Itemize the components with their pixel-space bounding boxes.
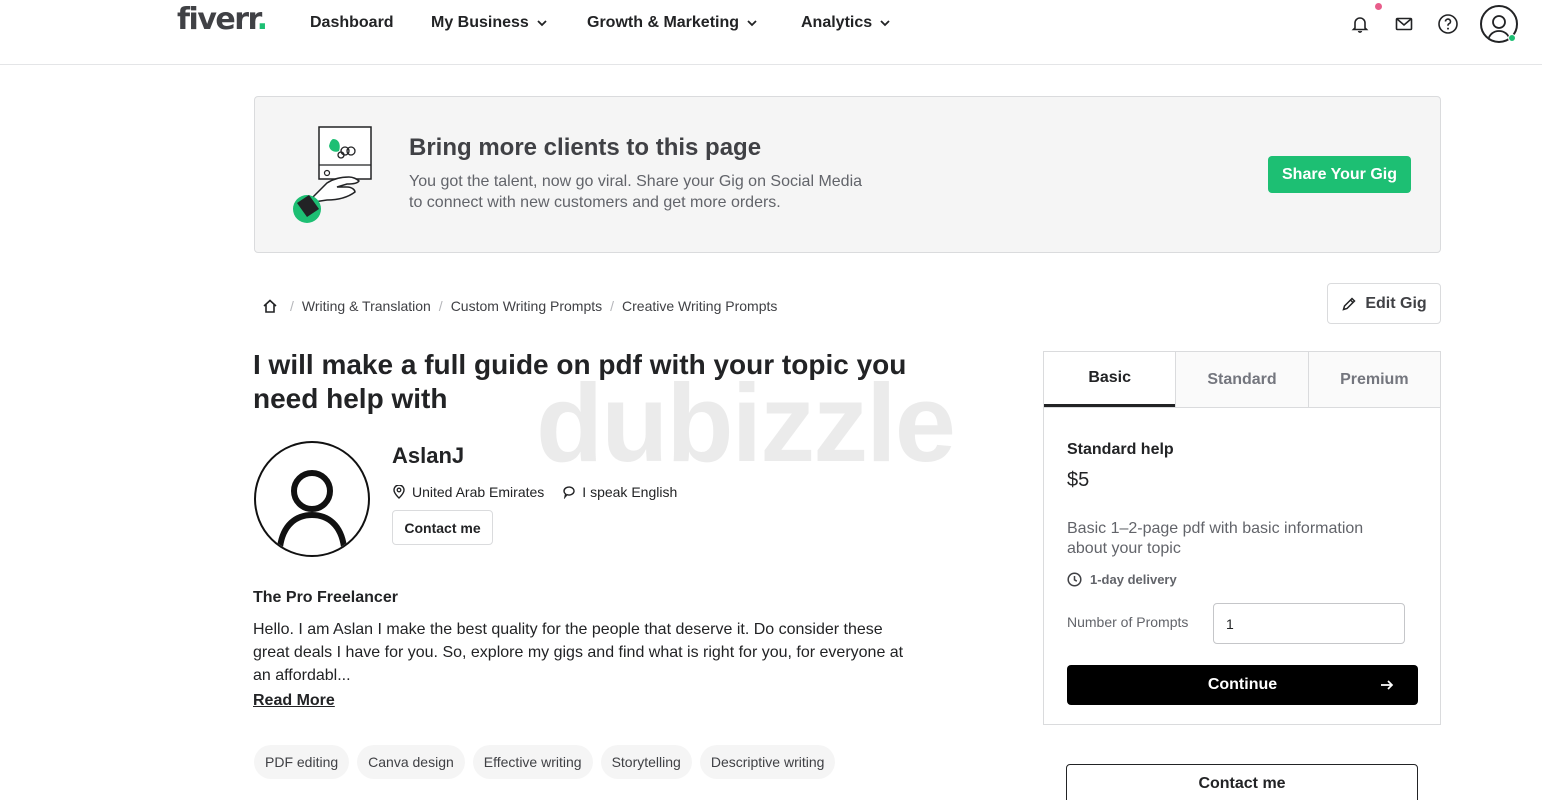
chevron-down-icon [880, 20, 890, 27]
package-description: Basic 1–2-page pdf with basic informatio… [1067, 519, 1397, 559]
edit-gig-button[interactable]: Edit Gig [1327, 283, 1441, 324]
tab-standard[interactable]: Standard [1175, 352, 1308, 407]
seller-headline: The Pro Freelancer [253, 589, 398, 606]
package-price: $5 [1067, 469, 1090, 491]
mail-icon[interactable] [1393, 13, 1415, 35]
tab-basic[interactable]: Basic [1044, 352, 1176, 407]
share-gig-banner: Bring more clients to this page You got … [254, 96, 1441, 253]
breadcrumb-creative-writing-prompts[interactable]: Creative Writing Prompts [622, 298, 777, 314]
tag-effective-writing[interactable]: Effective writing [472, 745, 593, 779]
breadcrumb: / Writing & Translation / Custom Writing… [262, 296, 777, 316]
nav-analytics-label: Analytics [801, 14, 873, 31]
package-tabs: Basic Standard Premium [1044, 352, 1440, 408]
edit-gig-label: Edit Gig [1365, 294, 1427, 312]
clock-icon [1067, 572, 1082, 587]
gig-tags: PDF editing Canva design Effective writi… [254, 745, 836, 779]
tag-pdf-editing[interactable]: PDF editing [254, 745, 350, 779]
notification-dot [1375, 3, 1382, 10]
tag-descriptive-writing[interactable]: Descriptive writing [699, 745, 836, 779]
package-panel: Basic Standard Premium Standard help $5 … [1043, 351, 1441, 725]
arrow-right-icon [1381, 680, 1394, 690]
tag-canva-design[interactable]: Canva design [357, 745, 465, 779]
online-status-dot [1508, 34, 1516, 42]
contact-me-button[interactable]: Contact me [1066, 764, 1418, 800]
package-description-line-2: about your topic [1067, 540, 1181, 557]
seller-description-line-1: Hello. I am Aslan I make the best qualit… [253, 621, 883, 638]
seller-name[interactable]: AslanJ [392, 443, 464, 469]
nav-growth-marketing[interactable]: Growth & Marketing [587, 13, 759, 33]
package-description-line-1: Basic 1–2-page pdf with basic informatio… [1067, 520, 1364, 537]
prompts-quantity-input[interactable] [1213, 603, 1405, 644]
chevron-down-icon [537, 20, 547, 27]
delivery-time: 1-day delivery [1090, 572, 1177, 587]
continue-label: Continue [1207, 676, 1278, 693]
speech-bubble-icon [563, 486, 575, 499]
continue-button[interactable]: Continue [1067, 665, 1418, 705]
breadcrumb-separator: / [290, 298, 294, 314]
home-icon[interactable] [262, 298, 278, 314]
nav-growth-label: Growth & Marketing [587, 14, 740, 31]
gig-title-line-2: need help with [253, 383, 448, 414]
nav-my-business[interactable]: My Business [431, 13, 549, 33]
promo-description: You got the talent, now go viral. Share … [409, 171, 929, 213]
read-more-link[interactable]: Read More [253, 692, 335, 710]
tag-storytelling[interactable]: Storytelling [600, 745, 692, 779]
nav-dashboard[interactable]: Dashboard [310, 13, 394, 33]
location-pin-icon [393, 485, 405, 499]
nav-dashboard-label: Dashboard [310, 14, 394, 31]
promo-line-1: You got the talent, now go viral. Share … [409, 173, 863, 190]
seller-avatar[interactable] [254, 441, 370, 557]
tab-premium[interactable]: Premium [1307, 352, 1440, 407]
nav-my-business-label: My Business [431, 14, 529, 31]
chevron-down-icon [747, 20, 757, 27]
breadcrumb-separator: / [438, 298, 443, 314]
seller-country: United Arab Emirates [412, 484, 545, 500]
package-name: Standard help [1067, 441, 1174, 458]
help-icon[interactable] [1437, 13, 1459, 35]
gig-title-line-1: I will make a full guide on pdf with you… [253, 349, 907, 380]
breadcrumb-separator: / [610, 298, 615, 314]
seller-description: Hello. I am Aslan I make the best qualit… [253, 618, 943, 687]
pencil-icon [1342, 296, 1356, 311]
gig-title: I will make a full guide on pdf with you… [253, 348, 933, 416]
breadcrumb-writing-translation[interactable]: Writing & Translation [302, 298, 431, 314]
seller-description-line-3: an affordabl... [253, 667, 351, 684]
share-illustration-icon [293, 126, 372, 223]
nav-analytics[interactable]: Analytics [801, 13, 892, 33]
promo-title: Bring more clients to this page [409, 134, 762, 161]
delivery-info: 1-day delivery [1067, 572, 1177, 587]
top-navbar: fiverr. Dashboard My Business Growth & M… [0, 0, 1542, 65]
share-your-gig-button[interactable]: Share Your Gig [1268, 156, 1411, 193]
seller-meta: United Arab Emirates I speak English [392, 484, 677, 500]
seller-description-line-2: great deals I have for you. So, explore … [253, 644, 904, 661]
prompts-quantity-label: Number of Prompts [1067, 614, 1189, 630]
promo-line-2: to connect with new customers and get mo… [409, 194, 781, 211]
breadcrumb-custom-writing-prompts[interactable]: Custom Writing Prompts [451, 298, 602, 314]
bell-icon[interactable] [1349, 13, 1371, 35]
fiverr-logo[interactable]: fiverr. [177, 2, 268, 37]
contact-me-small-button[interactable]: Contact me [392, 510, 493, 545]
seller-language: I speak English [582, 484, 678, 500]
